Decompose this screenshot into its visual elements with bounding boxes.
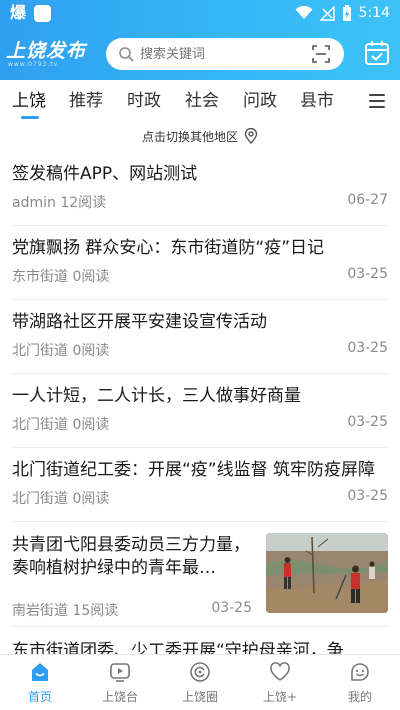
news-source-name: admin <box>12 195 56 211</box>
region-switch-label: 点击切换其他地区 <box>141 129 238 144</box>
nav-tv[interactable]: 上饶台 <box>80 655 160 710</box>
tab-shangrao[interactable]: 上饶 <box>12 90 46 112</box>
news-title: 党旗飘扬 群众安心：东市街道防“疫”日记 <box>12 238 325 258</box>
news-item-with-image[interactable]: 共青团弋阳县委动员三方力量，奏响植树护绿中的青年最… 南岩街道 15阅读 03-… <box>12 522 388 627</box>
news-source: 东市街道 0阅读 <box>12 266 109 286</box>
nav-home-label: 首页 <box>27 690 52 704</box>
news-read-count: 15阅读 <box>72 603 119 619</box>
news-read-count: 0阅读 <box>72 343 110 359</box>
nav-profile[interactable]: 我的 <box>320 655 400 710</box>
nav-plus[interactable]: 上饶+ <box>240 655 320 710</box>
app-header: 上饶发布 www.0793.tv <box>0 28 400 80</box>
active-tab-indicator <box>21 116 39 119</box>
status-bar: 爆 5:14 <box>0 0 400 28</box>
news-item[interactable]: 北门街道纪工委：开展“疫”线监督 筑牢防疫屏障 北门街道 0阅读 03-25 <box>12 448 388 522</box>
news-item[interactable]: 签发稿件APP、网站测试 admin 12阅读 06-27 <box>12 152 388 226</box>
news-date: 03-25 <box>347 340 388 356</box>
notification-app-icon: 爆 <box>10 3 27 22</box>
search-input[interactable] <box>140 46 312 62</box>
news-source-name: 北门街道 <box>12 417 68 433</box>
calendar-check-icon[interactable] <box>364 40 390 66</box>
location-pin-icon <box>244 128 258 144</box>
circle-swirl-icon <box>190 662 210 682</box>
news-read-count: 0阅读 <box>72 417 110 433</box>
news-title: 签发稿件APP、网站测试 <box>12 164 198 184</box>
nav-circle[interactable]: 上饶圈 <box>160 655 240 710</box>
signal-icon <box>319 5 335 21</box>
search-bar[interactable] <box>106 38 344 70</box>
home-icon <box>32 663 48 681</box>
news-thumbnail <box>266 533 388 613</box>
news-source-name: 北门街道 <box>12 491 68 507</box>
news-item[interactable]: 带湖路社区开展平安建设宣传活动 北门街道 0阅读 03-25 <box>12 300 388 374</box>
news-item[interactable]: 一人计短，二人计长，三人做事好商量 北门街道 0阅读 03-25 <box>12 374 388 448</box>
news-source-name: 东市街道 <box>12 269 68 285</box>
tab-inquiry[interactable]: 问政 <box>243 90 277 112</box>
tab-society[interactable]: 社会 <box>185 90 219 112</box>
nav-tv-label: 上饶台 <box>101 690 138 704</box>
tab-counties[interactable]: 县市 <box>300 90 334 112</box>
battery-charging-icon <box>342 4 351 21</box>
search-icon <box>119 47 134 62</box>
news-date: 03-25 <box>347 488 388 504</box>
nav-circle-label: 上饶圈 <box>181 690 218 704</box>
news-source: admin 12阅读 <box>12 192 106 212</box>
news-feed: 签发稿件APP、网站测试 admin 12阅读 06-27 党旗飘扬 群众安心：… <box>0 152 400 654</box>
news-read-count: 0阅读 <box>72 491 110 507</box>
channel-tabs: 上饶 推荐 时政 社会 问政 县市 <box>0 80 400 122</box>
smile-face-icon <box>351 663 369 681</box>
news-item[interactable]: 党旗飘扬 群众安心：东市街道防“疫”日记 东市街道 0阅读 03-25 <box>12 226 388 300</box>
clock: 5:14 <box>358 5 390 21</box>
heart-icon <box>270 662 290 681</box>
region-switch[interactable]: 点击切换其他地区 <box>0 122 400 150</box>
news-item[interactable]: 东市街道团委、少工委开展“守护母亲河，争 <box>12 627 388 654</box>
scan-icon[interactable] <box>312 45 330 63</box>
news-source-name: 南岩街道 <box>12 603 68 619</box>
tv-play-icon <box>110 663 130 682</box>
news-source-name: 北门街道 <box>12 343 68 359</box>
news-source: 北门街道 0阅读 <box>12 414 109 434</box>
notification-square-icon <box>34 4 52 22</box>
app-logo: 上饶发布 <box>6 40 87 62</box>
news-title: 一人计短，二人计长，三人做事好商量 <box>12 386 301 406</box>
tab-recommend[interactable]: 推荐 <box>69 90 103 112</box>
tab-politics[interactable]: 时政 <box>127 90 161 112</box>
nav-home[interactable]: 首页 <box>0 655 80 710</box>
news-date: 06-27 <box>347 192 388 208</box>
nav-plus-label: 上饶+ <box>262 690 298 704</box>
news-title: 共青团弋阳县委动员三方力量，奏响植树护绿中的青年最… <box>12 535 250 578</box>
wifi-icon <box>295 6 313 19</box>
news-date: 03-25 <box>347 266 388 282</box>
news-date: 03-25 <box>211 600 252 616</box>
nav-profile-label: 我的 <box>347 690 372 704</box>
news-source: 北门街道 0阅读 <box>12 340 109 360</box>
bottom-nav: 首页 上饶台 上饶圈 上饶+ 我的 <box>0 654 400 710</box>
news-title: 带湖路社区开展平安建设宣传活动 <box>12 312 267 332</box>
news-title: 东市街道团委、少工委开展“守护母亲河，争 <box>12 641 344 654</box>
news-date: 03-25 <box>347 414 388 430</box>
news-source: 北门街道 0阅读 <box>12 488 109 508</box>
news-read-count: 0阅读 <box>72 269 110 285</box>
news-title: 北门街道纪工委：开展“疫”线监督 筑牢防疫屏障 <box>12 460 376 480</box>
app-logo-url: www.0793.tv <box>8 61 59 68</box>
news-read-count: 12阅读 <box>60 195 107 211</box>
top-bar: 爆 5:14 上饶发布 www.0793.tv <box>0 0 400 80</box>
news-source: 南岩街道 15阅读 <box>12 600 118 620</box>
menu-icon[interactable] <box>369 94 385 108</box>
